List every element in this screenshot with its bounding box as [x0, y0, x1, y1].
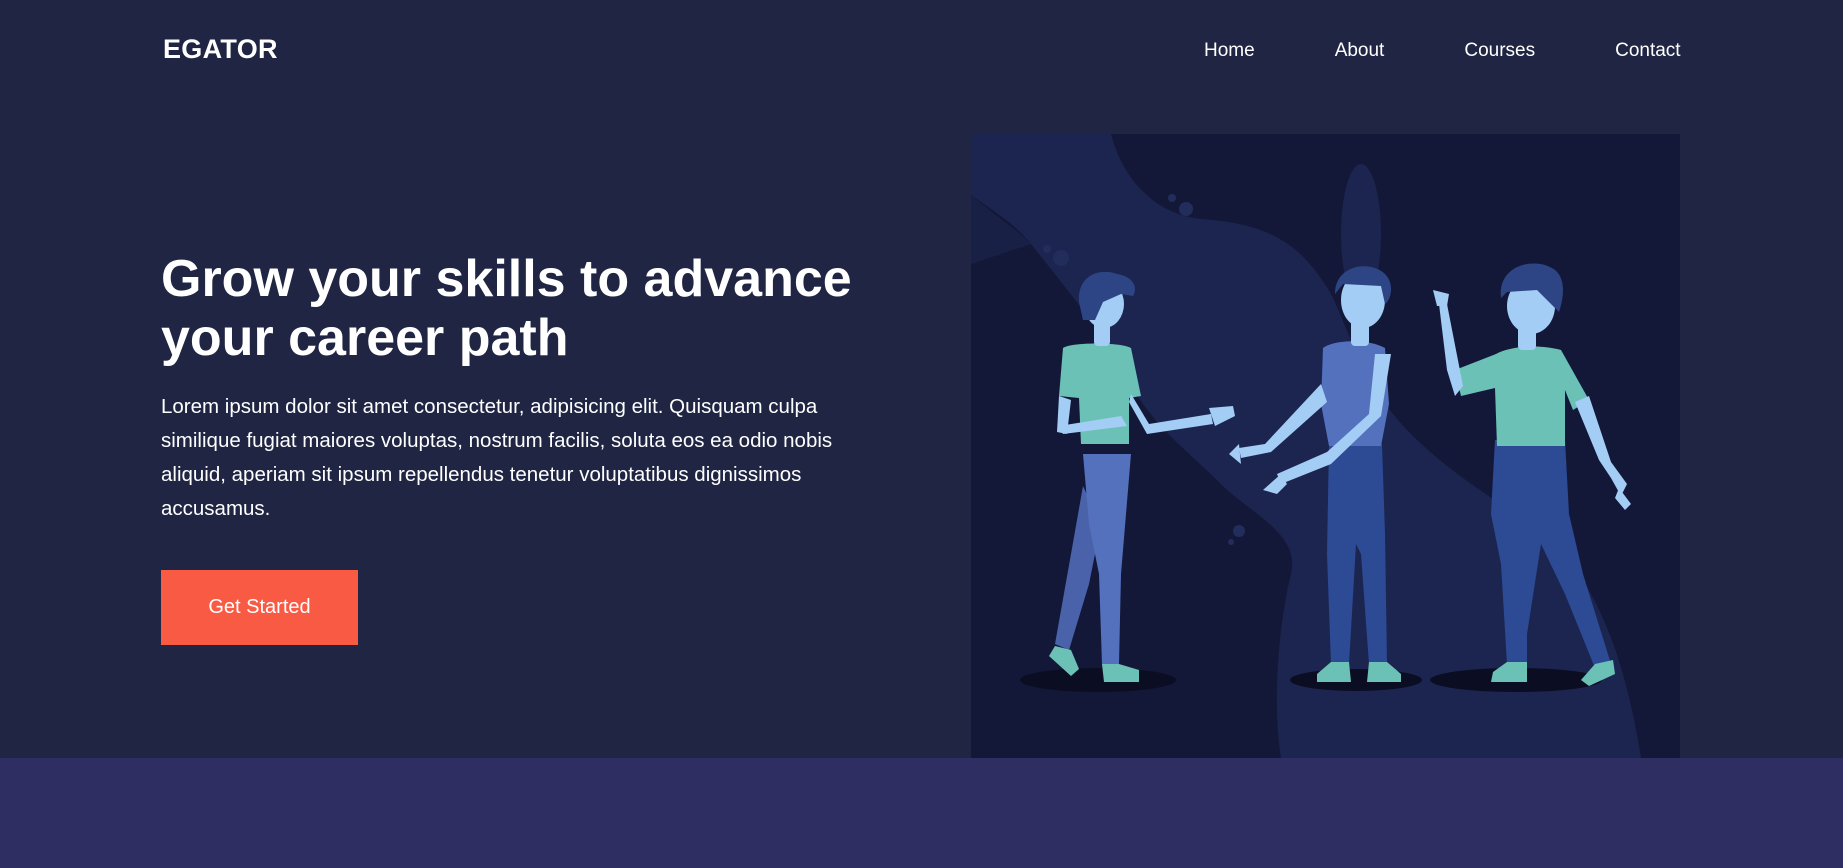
- nav-item-home: Home: [1204, 40, 1255, 62]
- nav-link-about[interactable]: About: [1335, 40, 1385, 61]
- hero-section: Grow your skills to advance your career …: [161, 250, 901, 526]
- brand-logo[interactable]: EGATOR: [163, 34, 278, 65]
- nav-link-home[interactable]: Home: [1204, 40, 1255, 61]
- hero-title: Grow your skills to advance your career …: [161, 250, 852, 367]
- nav-menu: Home About Courses Contact: [1204, 40, 1681, 62]
- nav-item-contact: Contact: [1615, 40, 1680, 62]
- people-greeting-illustration: [971, 134, 1680, 758]
- nav-link-courses[interactable]: Courses: [1464, 40, 1535, 61]
- bottom-band: [0, 758, 1843, 868]
- nav-link-contact[interactable]: Contact: [1615, 40, 1680, 61]
- nav-item-about: About: [1335, 40, 1385, 62]
- hero-description: Lorem ipsum dolor sit amet consectetur, …: [161, 395, 833, 520]
- nav-item-courses: Courses: [1464, 40, 1535, 62]
- navbar: EGATOR Home About Courses Contact: [0, 0, 1843, 100]
- get-started-button[interactable]: Get Started: [161, 570, 358, 645]
